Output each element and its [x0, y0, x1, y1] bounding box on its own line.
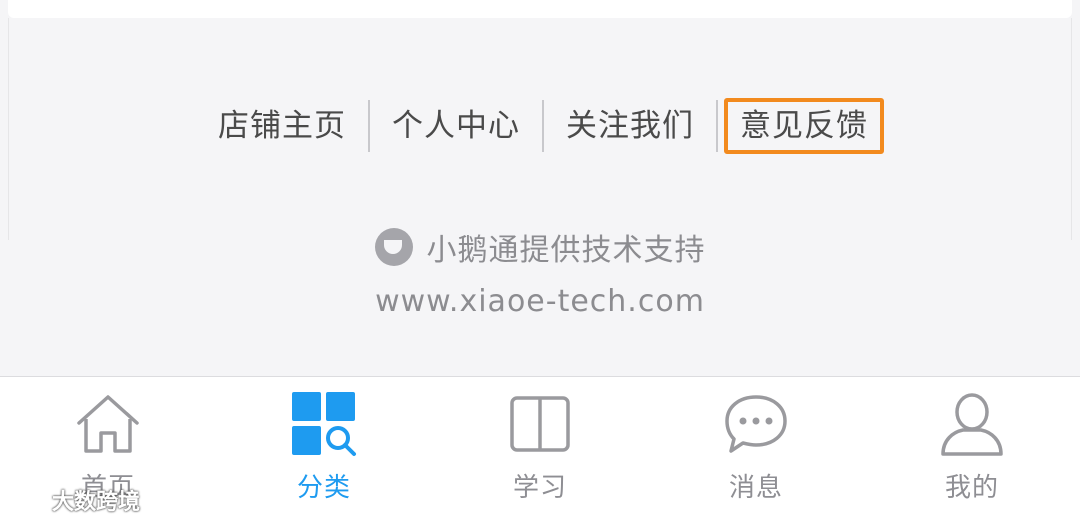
tab-messages[interactable]: 消息	[648, 377, 864, 517]
tab-study-label: 学习	[512, 473, 567, 503]
divider	[716, 100, 718, 152]
support-text: 小鹅通提供技术支持	[426, 233, 706, 268]
watermark-logo-icon	[10, 492, 46, 508]
tab-study[interactable]: 学习	[432, 377, 648, 517]
chat-bubble-icon	[721, 389, 791, 459]
page: 店铺主页 个人中心 关注我们 意见反馈 小鹅通提供技术支持 www.xiaoe-…	[0, 0, 1080, 517]
feedback-link[interactable]: 意见反馈	[724, 98, 884, 154]
home-icon	[73, 389, 143, 459]
user-icon	[937, 389, 1007, 459]
bottom-tab-bar: 首页 分类 学习 消息 我的	[0, 376, 1080, 517]
store-home-link[interactable]: 店铺主页	[196, 98, 368, 154]
personal-center-link[interactable]: 个人中心	[370, 98, 542, 154]
book-icon	[505, 389, 575, 459]
watermark-text: 大数跨境	[52, 490, 141, 515]
footer-links: 店铺主页 个人中心 关注我们 意见反馈	[0, 98, 1080, 154]
tab-category[interactable]: 分类	[216, 377, 432, 517]
tech-support: 小鹅通提供技术支持	[0, 225, 1080, 269]
category-grid-icon	[289, 389, 359, 459]
xiaoe-logo-icon	[374, 228, 413, 266]
watermark: 大数跨境	[10, 484, 140, 516]
tab-me-label: 我的	[944, 473, 999, 503]
website-text: www.xiaoe-tech.com	[375, 284, 705, 319]
content-card-bottom	[8, 0, 1072, 18]
tab-messages-label: 消息	[728, 473, 783, 503]
tab-category-label: 分类	[296, 473, 351, 503]
follow-us-link[interactable]: 关注我们	[544, 98, 716, 154]
tab-me[interactable]: 我的	[864, 377, 1080, 517]
